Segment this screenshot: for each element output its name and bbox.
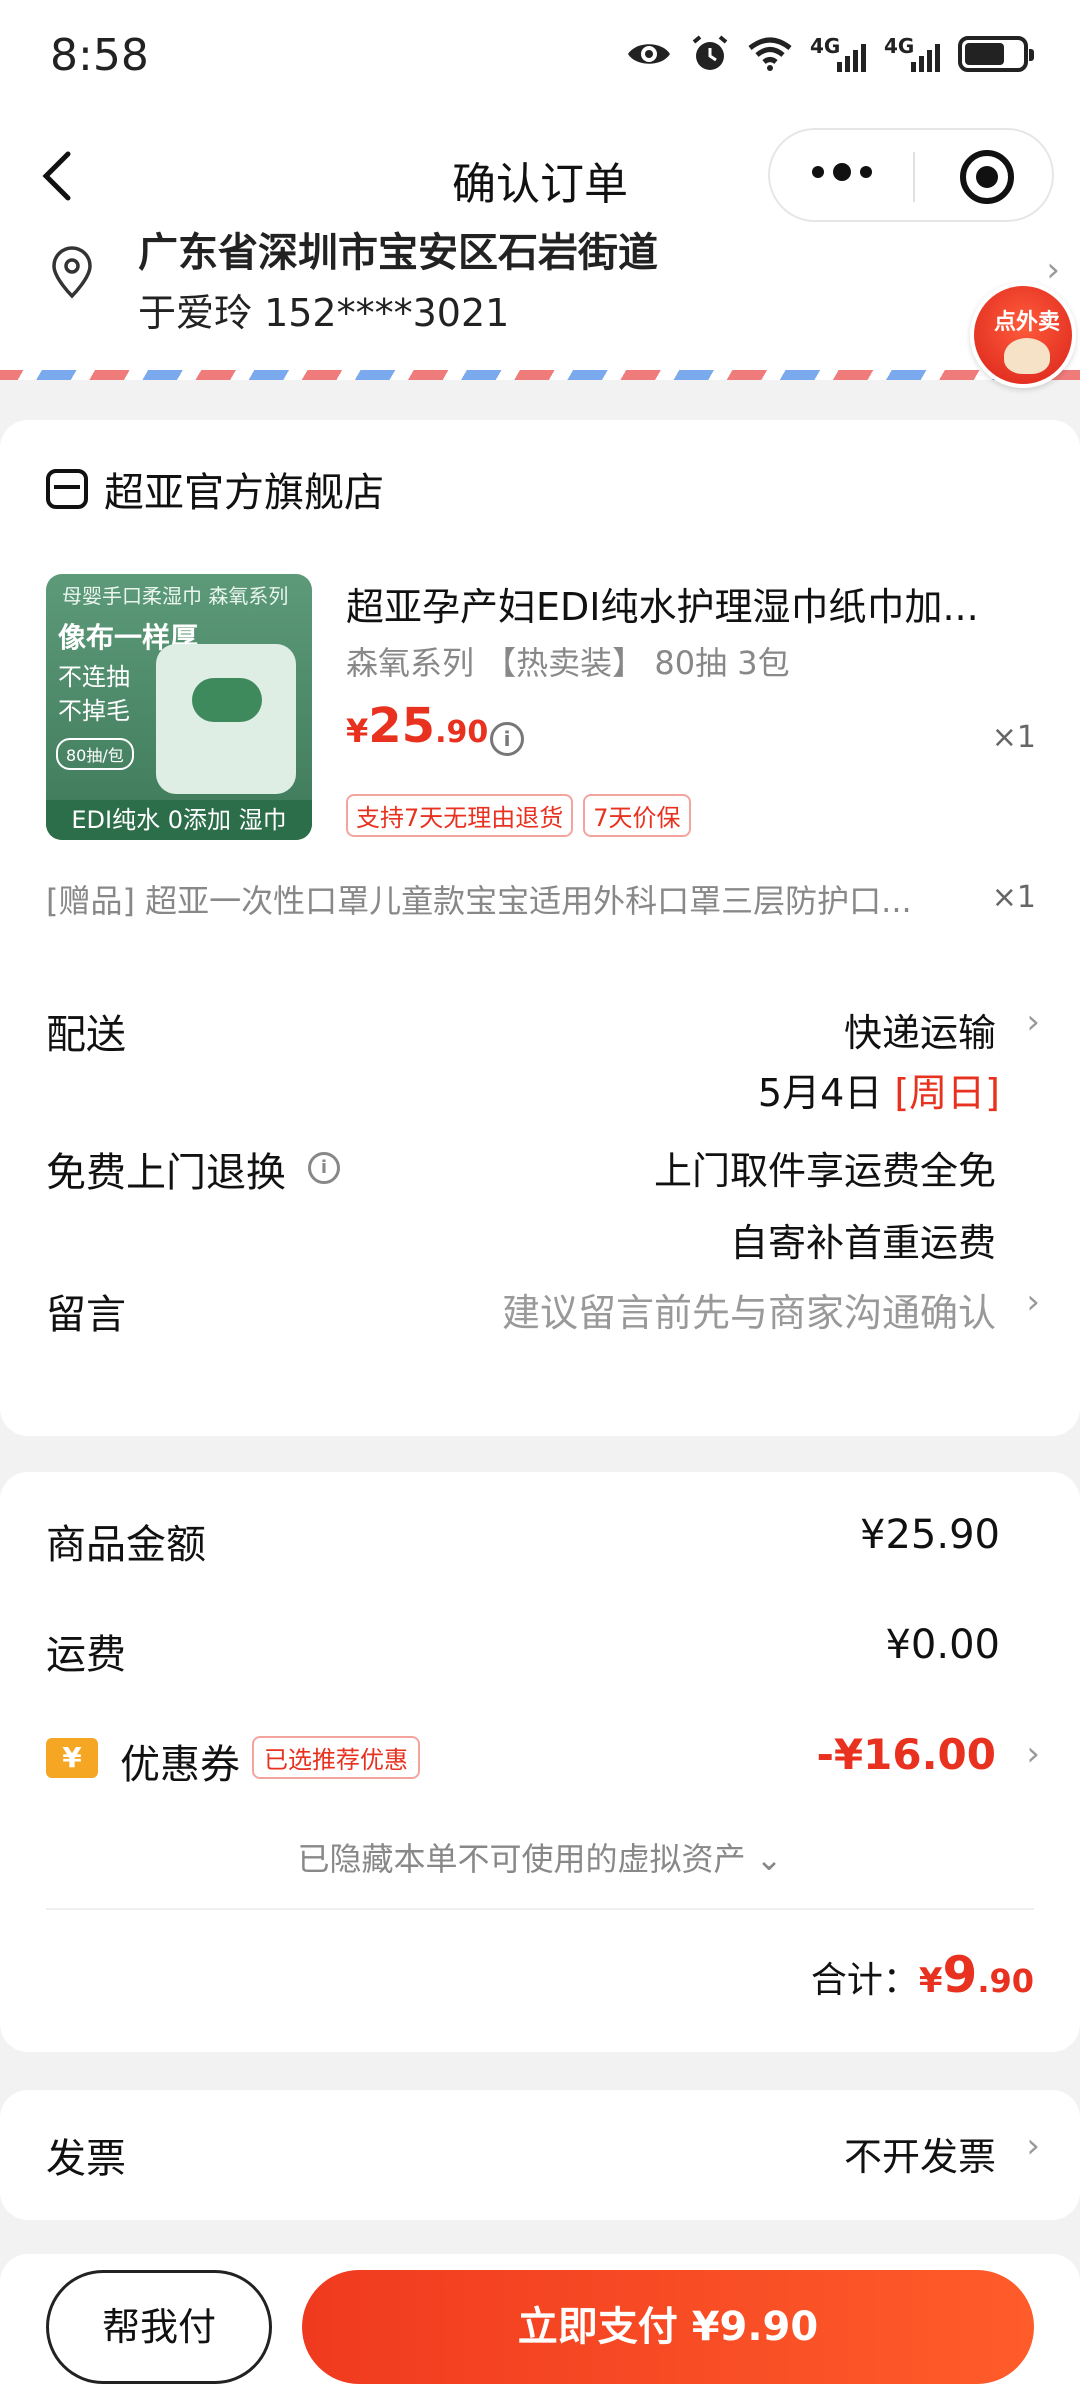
price-info-icon[interactable]: i [490, 722, 524, 756]
help-pay-button[interactable]: 帮我付 [46, 2270, 272, 2384]
product-pack-graphic [156, 644, 296, 794]
product-price: ¥25.90 [346, 698, 489, 754]
order-items-card: 超亚官方旗舰店 母婴手口柔湿巾 森氧系列 像布一样厚 不连抽 不掉毛 80抽/包… [0, 420, 1080, 1436]
gift-item[interactable]: [赠品] 超亚一次性口罩儿童款宝宝适用外科口罩三层防护口... [46, 876, 976, 922]
delivery-method[interactable]: 快递运输 [844, 1002, 996, 1057]
shipping-label: 运费 [46, 1632, 126, 1678]
wifi-icon [748, 37, 792, 71]
invoice-value: 不开发票 [843, 2135, 996, 2179]
price-summary-card: 商品金额 ¥25.90 运费 ¥0.00 ¥ 优惠券 已选推荐优惠 -¥16.0… [0, 1472, 1080, 2052]
shop-header[interactable]: 超亚官方旗舰店 [46, 460, 384, 518]
product-quantity: ×1 [991, 720, 1036, 755]
battery-icon [958, 36, 1034, 72]
address-line: 广东省深圳市宝安区石岩街道 [138, 230, 658, 276]
status-time: 8:58 [50, 30, 149, 81]
shop-name: 超亚官方旗舰店 [104, 470, 384, 516]
message-label: 留言 [46, 1292, 126, 1338]
hidden-assets-toggle[interactable]: 已隐藏本单不可使用的虚拟资产 ⌄ [0, 1834, 1080, 1880]
bottom-action-bar: 帮我付 立即支付 ¥9.90 [0, 2254, 1080, 2400]
nav-bar: 确认订单 [0, 120, 1080, 230]
delivery-date: 5月4日 [周日] [757, 1071, 1000, 1115]
status-icons: 4G 4G [626, 34, 1034, 74]
return-service-label: 免费上门退换 [46, 1150, 286, 1196]
mascot-icon [1004, 338, 1050, 374]
return-service-line1: 上门取件享运费全免 [653, 1149, 996, 1193]
chevron-right-icon: › [1026, 2126, 1040, 2166]
shipping-value: ¥0.00 [885, 1622, 1000, 1668]
status-bar: 8:58 4G 4G [0, 0, 1080, 120]
invoice-card[interactable]: 发票 不开发票 › [0, 2090, 1080, 2220]
location-pin-icon [52, 246, 92, 299]
invoice-label: 发票 [46, 2136, 126, 2182]
return-service-line2: 自寄补首重运费 [729, 1221, 996, 1265]
address-section[interactable]: 广东省深圳市宝安区石岩街道 于爱玲 152****3021 › [0, 230, 1080, 380]
more-options-icon[interactable] [812, 163, 872, 181]
gift-quantity: ×1 [991, 880, 1036, 915]
chevron-right-icon: › [1026, 1002, 1040, 1042]
service-tags: 支持7天无理由退货 7天价保 [346, 794, 691, 837]
store-icon [46, 469, 88, 509]
service-tag: 7天价保 [583, 794, 691, 837]
product-spec: 森氧系列 【热卖装】 80抽 3包 [346, 644, 790, 682]
message-input[interactable]: 建议留言前先与商家沟通确认 [502, 1282, 996, 1337]
mini-program-capsule [768, 128, 1054, 222]
chevron-right-icon: › [1046, 250, 1060, 290]
divider [46, 1908, 1034, 1910]
recipient-info: 于爱玲 152****3021 [138, 291, 510, 335]
close-mini-program-icon[interactable] [960, 150, 1014, 204]
signal-icon: 4G [810, 34, 866, 74]
coupon-tag: 已选推荐优惠 [252, 1736, 420, 1779]
delivery-label: 配送 [46, 1012, 126, 1058]
eye-icon [628, 44, 670, 64]
service-tag: 支持7天无理由退货 [346, 794, 574, 837]
product-title[interactable]: 超亚孕产妇EDI纯水护理湿巾纸巾加... [346, 576, 1016, 631]
chevron-right-icon: › [1026, 1282, 1040, 1322]
order-total: 合计：¥9.90 [810, 1946, 1034, 2004]
airmail-border [0, 370, 1080, 380]
order-takeout-badge[interactable]: 点外卖 [970, 282, 1076, 388]
coupon-icon: ¥ [46, 1738, 98, 1778]
coupon-value[interactable]: -¥16.00 [816, 1730, 996, 1779]
pay-now-button[interactable]: 立即支付 ¥9.90 [302, 2270, 1034, 2384]
return-info-icon[interactable]: i [308, 1152, 340, 1184]
goods-amount-label: 商品金额 [46, 1522, 206, 1568]
coupon-label: 优惠券 [120, 1742, 240, 1788]
chevron-right-icon: › [1026, 1734, 1040, 1774]
product-image[interactable]: 母婴手口柔湿巾 森氧系列 像布一样厚 不连抽 不掉毛 80抽/包 EDI纯水 0… [46, 574, 312, 840]
goods-amount-value: ¥25.90 [860, 1512, 1000, 1558]
signal-icon-2: 4G [884, 34, 940, 74]
alarm-icon [692, 35, 728, 70]
